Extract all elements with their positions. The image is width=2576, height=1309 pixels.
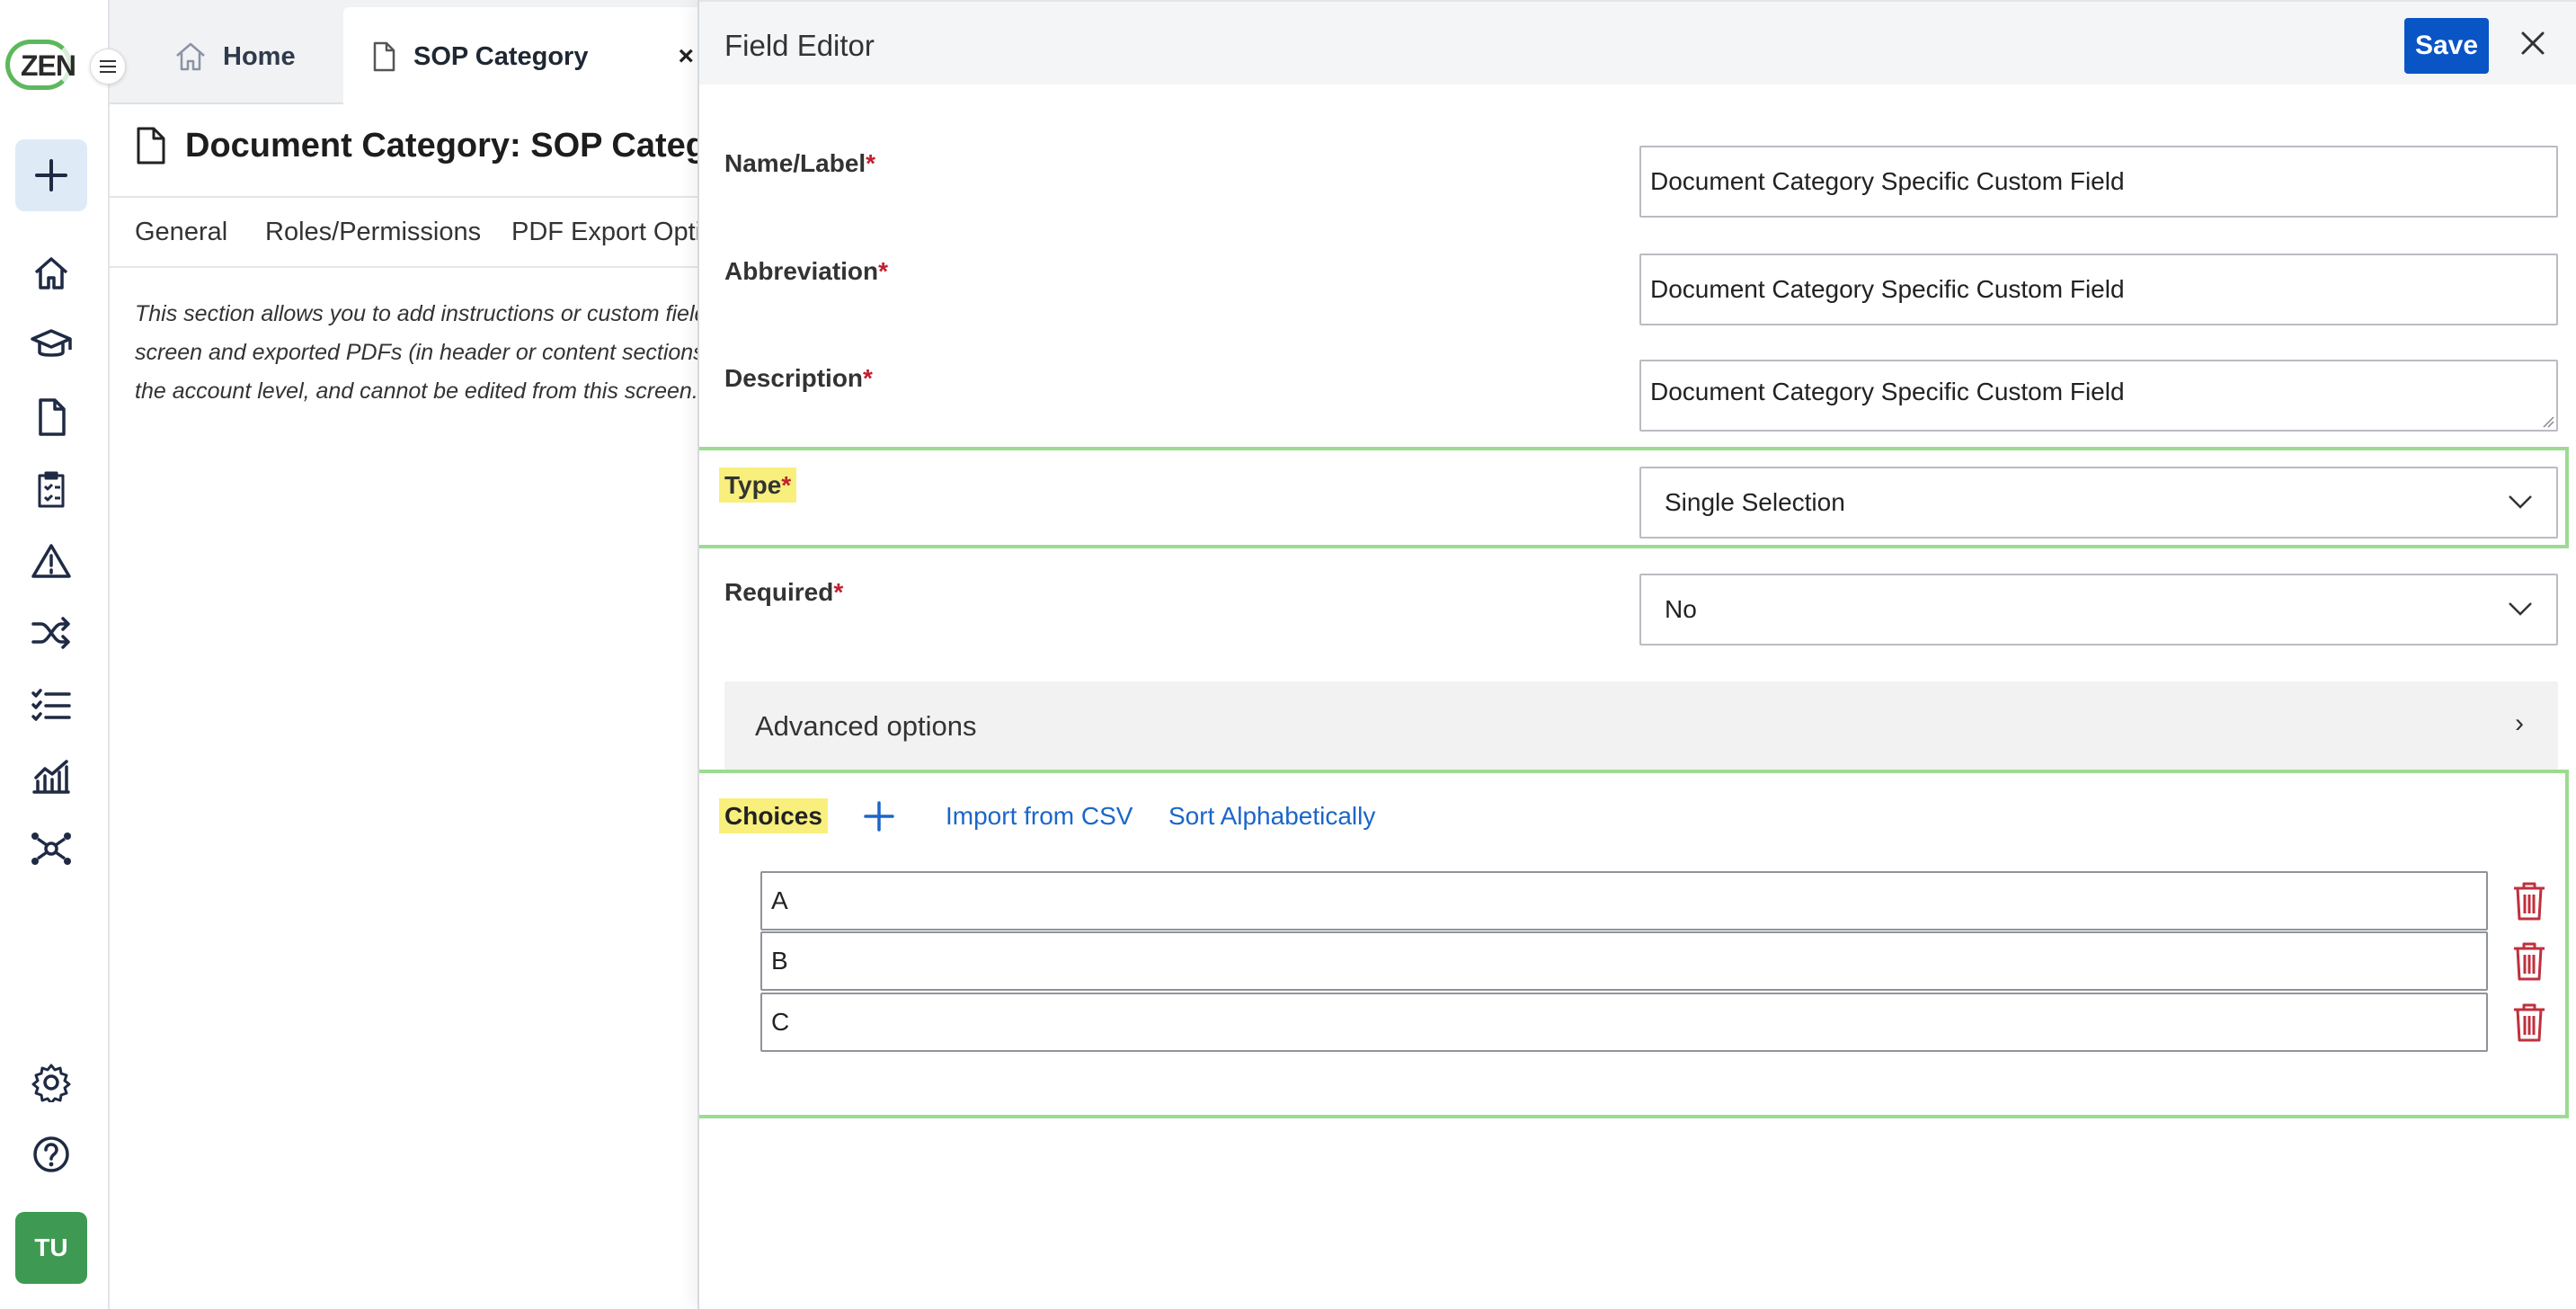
checklist-icon	[31, 689, 71, 721]
document-icon	[137, 127, 165, 165]
close-panel-button[interactable]	[2515, 25, 2551, 61]
tab-bar: Home SOP Category ×	[110, 0, 703, 106]
field-editor-panel: Field Editor Save Name/Label* Document C…	[697, 0, 2576, 1309]
nav-help[interactable]	[30, 1133, 73, 1176]
type-label: Type*	[719, 468, 797, 503]
abbreviation-input[interactable]: Document Category Specific Custom Field	[1639, 254, 2558, 325]
settings-icon	[31, 1064, 71, 1102]
clipboard-list-icon	[38, 471, 65, 508]
advanced-options-accordion[interactable]: Advanced options ›	[724, 681, 2558, 770]
chart-icon	[32, 760, 70, 794]
chevron-right-icon: ›	[2515, 708, 2524, 738]
trash-icon	[2514, 942, 2545, 981]
nav-workflows[interactable]	[30, 611, 73, 654]
subtab-roles-permissions[interactable]: Roles/Permissions	[265, 218, 481, 247]
name-input[interactable]: Document Category Specific Custom Field	[1639, 146, 2558, 218]
chevron-down-icon	[2509, 602, 2532, 616]
nav-tasks[interactable]	[30, 468, 73, 511]
help-icon	[33, 1136, 69, 1172]
add-icon	[35, 159, 67, 191]
choices-label: Choices	[719, 798, 828, 833]
choice-input[interactable]: B	[760, 931, 2488, 991]
required-label: Required*	[724, 578, 844, 606]
warning-icon	[31, 544, 71, 578]
zen-logo[interactable]: ZEN	[5, 40, 76, 90]
nav-reports[interactable]	[30, 755, 73, 798]
nav-checklists[interactable]	[30, 683, 73, 726]
tab-sop-category[interactable]: SOP Category ×	[343, 7, 703, 106]
panel-title: Field Editor	[724, 29, 875, 62]
abbreviation-label: Abbreviation*	[724, 257, 889, 285]
page-title: Document Category: SOP Category	[135, 126, 759, 165]
nav-training[interactable]	[30, 324, 73, 367]
choice-input[interactable]: C	[760, 993, 2488, 1052]
left-nav-rail: ZEN TU	[0, 0, 110, 1309]
network-icon	[31, 833, 71, 865]
required-selected-value: No	[1665, 595, 1697, 623]
nav-issues[interactable]	[30, 539, 73, 583]
hamburger-icon	[100, 60, 116, 73]
panel-header: Field Editor Save	[699, 0, 2576, 85]
graduation-cap-icon	[31, 329, 72, 357]
plus-icon	[864, 801, 894, 832]
name-label: Name/Label*	[724, 149, 876, 177]
import-from-csv-link[interactable]: Import from CSV	[946, 802, 1133, 831]
user-avatar[interactable]: TU	[15, 1212, 87, 1284]
delete-choice-button[interactable]	[2508, 939, 2551, 984]
close-tab-button[interactable]: ×	[678, 41, 694, 72]
section-description: This section allows you to add instructi…	[135, 301, 699, 404]
nav-settings[interactable]	[30, 1061, 73, 1104]
save-button[interactable]: Save	[2404, 18, 2489, 74]
add-button[interactable]	[15, 139, 87, 211]
page-title-text: Document Category: SOP Category	[185, 126, 760, 165]
description-value: Document Category Specific Custom Field	[1650, 378, 2125, 405]
choice-input[interactable]: A	[760, 871, 2488, 931]
nav-documents[interactable]	[30, 396, 73, 439]
home-icon	[34, 257, 68, 289]
nav-integrations[interactable]	[30, 827, 73, 870]
tab-home[interactable]: Home	[174, 7, 296, 106]
document-outline-icon	[373, 41, 395, 72]
tab-home-label: Home	[223, 41, 296, 71]
resize-grip-icon[interactable]	[2542, 415, 2554, 428]
description-label: Description*	[724, 364, 873, 392]
page-subtabs: General Roles/Permissions PDF Export Opt…	[110, 196, 743, 268]
delete-choice-button[interactable]	[2508, 878, 2551, 923]
advanced-options-label: Advanced options	[755, 710, 977, 742]
trash-icon	[2514, 882, 2545, 921]
document-icon	[39, 398, 66, 436]
home-outline-icon	[176, 42, 205, 71]
shuffle-icon	[31, 617, 70, 649]
type-select[interactable]: Single Selection	[1639, 467, 2558, 539]
add-choice-button[interactable]	[861, 798, 897, 834]
subtab-general[interactable]: General	[135, 218, 227, 247]
trash-icon	[2514, 1003, 2545, 1042]
delete-choice-button[interactable]	[2508, 1000, 2551, 1045]
tab-sop-label: SOP Category	[413, 41, 589, 71]
description-textarea[interactable]: Document Category Specific Custom Field	[1639, 360, 2558, 432]
chevron-down-icon	[2509, 495, 2532, 509]
sort-alphabetically-link[interactable]: Sort Alphabetically	[1168, 802, 1375, 831]
toggle-menu-button[interactable]	[90, 49, 126, 85]
close-icon	[2521, 31, 2545, 55]
nav-home[interactable]	[30, 252, 73, 295]
required-select[interactable]: No	[1639, 574, 2558, 646]
type-selected-value: Single Selection	[1665, 488, 1845, 516]
